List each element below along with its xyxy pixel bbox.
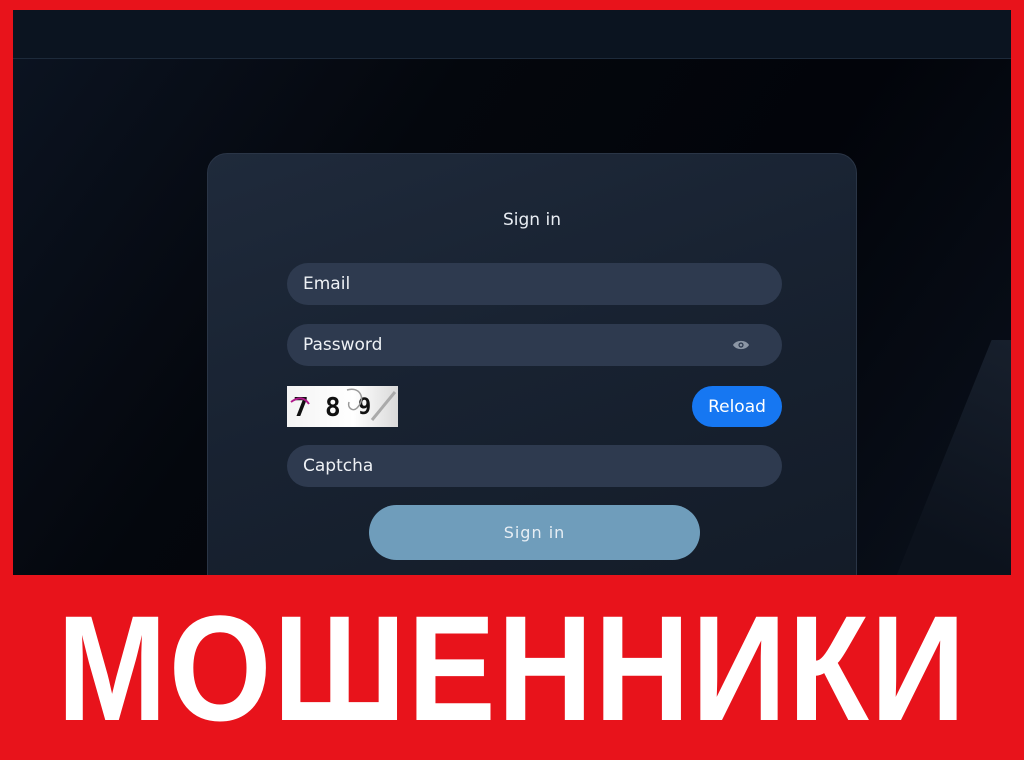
warning-banner: МОШЕННИКИ xyxy=(0,575,1024,760)
captcha-input[interactable]: Captcha xyxy=(287,445,782,487)
captcha-noise xyxy=(290,388,397,421)
reload-captcha-button[interactable]: Reload xyxy=(692,386,782,427)
password-placeholder: Password xyxy=(303,335,383,355)
background-shape xyxy=(870,340,1011,575)
email-placeholder: Email xyxy=(303,274,351,294)
screenshot-area: Sign in Email Password 7 8 9 Reload Capt… xyxy=(13,10,1011,575)
sign-in-button[interactable]: Sign in xyxy=(369,505,700,560)
banner-text: МОШЕННИКИ xyxy=(56,583,968,752)
login-card: Sign in Email Password 7 8 9 Reload Capt… xyxy=(207,153,857,575)
captcha-placeholder: Captcha xyxy=(303,456,374,476)
password-input[interactable]: Password xyxy=(287,324,782,366)
login-title: Sign in xyxy=(503,210,561,230)
top-bar xyxy=(13,10,1011,59)
eye-icon[interactable] xyxy=(732,339,750,351)
captcha-image: 7 8 9 xyxy=(287,386,398,427)
email-input[interactable]: Email xyxy=(287,263,782,305)
